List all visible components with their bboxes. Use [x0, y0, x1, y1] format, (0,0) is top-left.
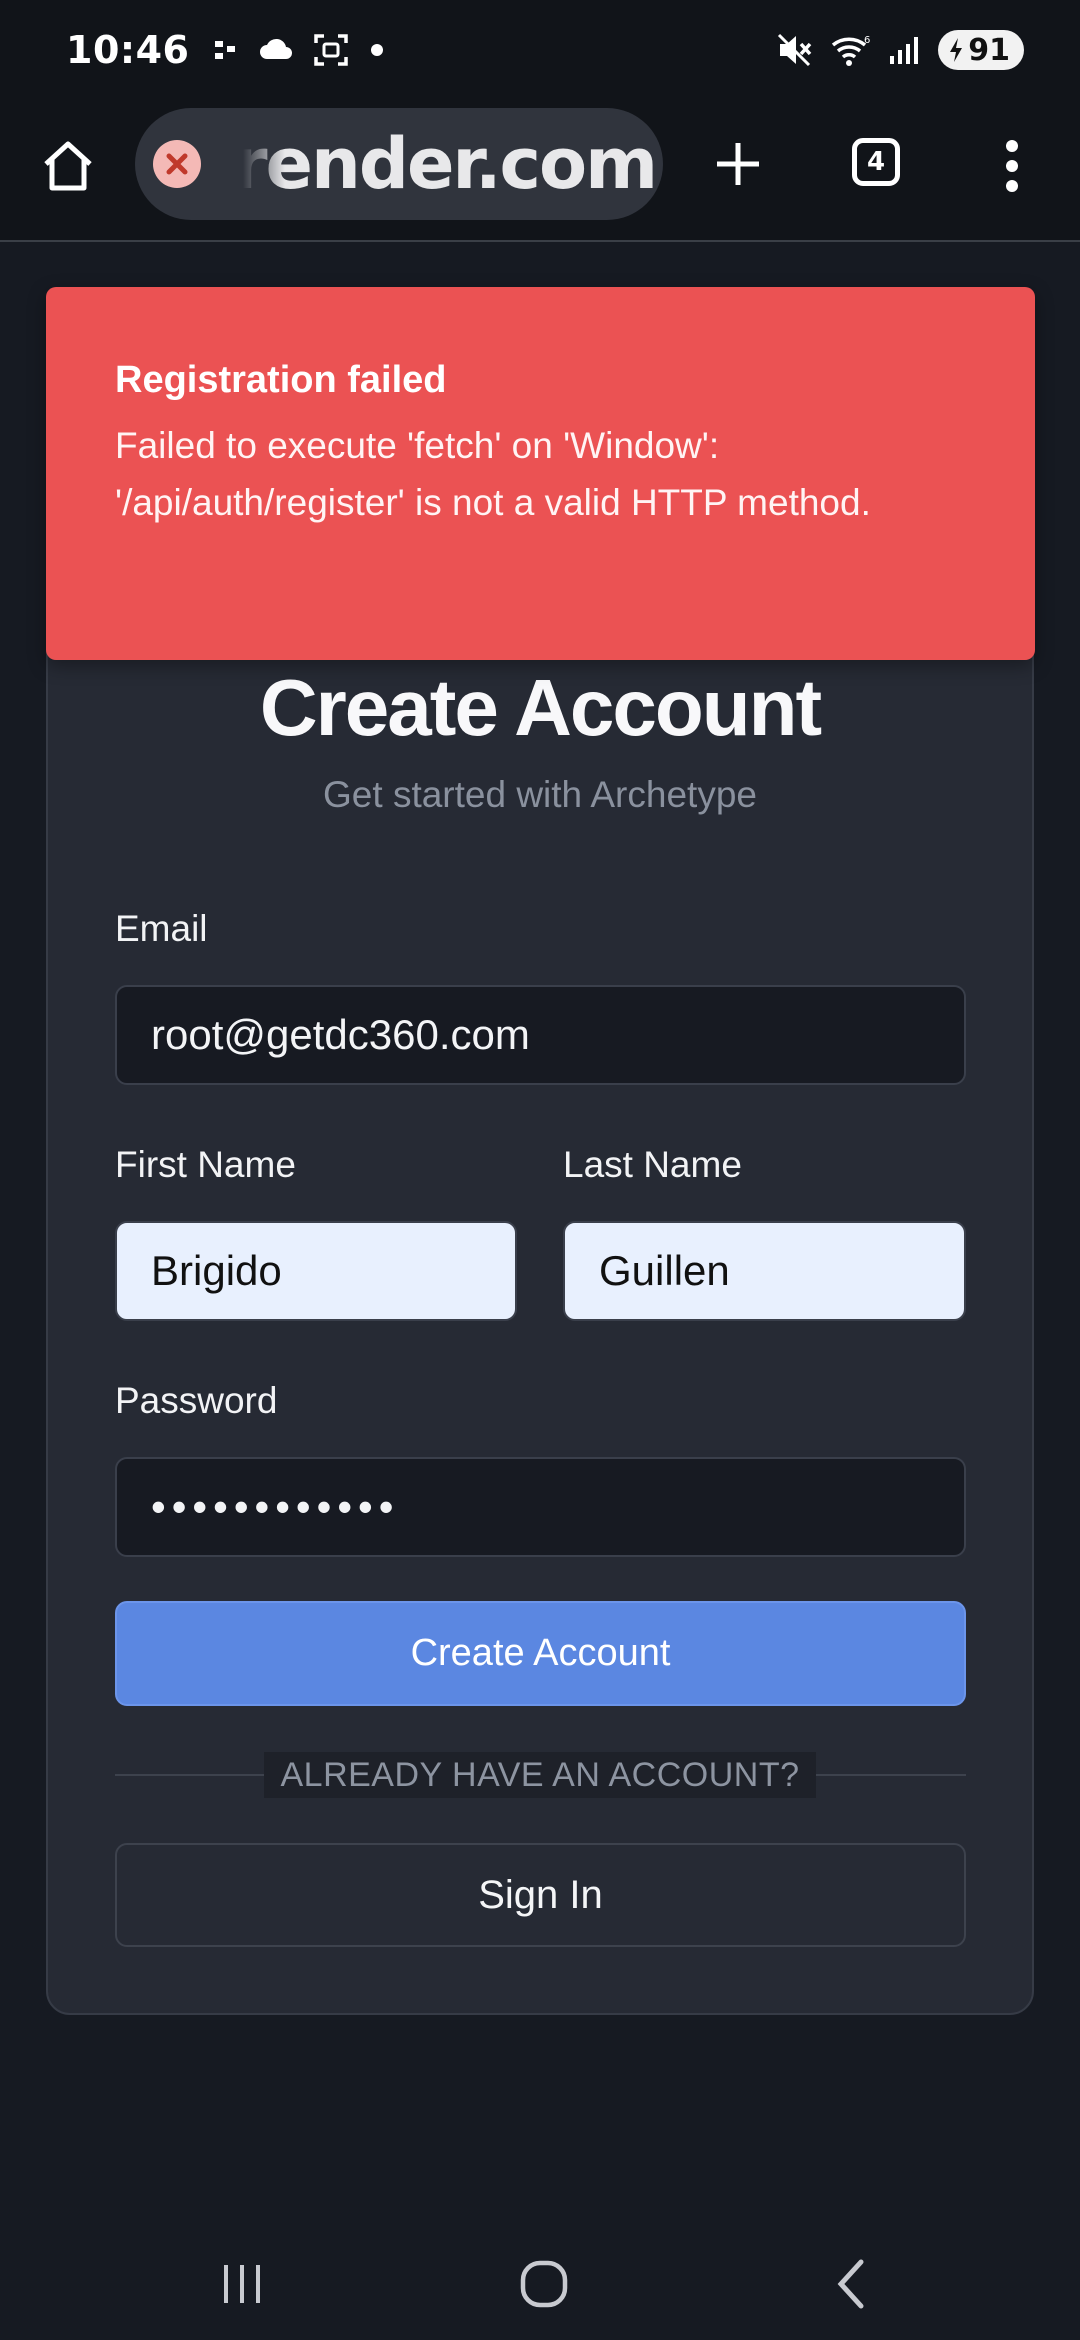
- back-button[interactable]: [826, 2252, 876, 2316]
- url-bar[interactable]: render.com: [135, 108, 663, 220]
- status-right-icons: 6 91: [776, 30, 1024, 70]
- cell-signal-icon: [890, 37, 919, 64]
- last-name-label: Last Name: [563, 1144, 742, 1185]
- wifi-icon: 6: [832, 35, 871, 66]
- toast-message: Failed to execute 'fetch' on 'Window': '…: [115, 425, 871, 523]
- email-label: Email: [115, 908, 208, 949]
- notification-dot-icon: [371, 44, 384, 56]
- recent-apps-icon: [224, 2265, 260, 2303]
- new-tab-icon: [717, 143, 759, 185]
- screenshot-icon: [314, 34, 349, 66]
- svg-text:6: 6: [864, 35, 870, 46]
- home-button[interactable]: [36, 134, 100, 198]
- system-nav-bar: [0, 2220, 1080, 2340]
- mute-icon: [778, 33, 812, 67]
- divider-text: ALREADY HAVE AN ACCOUNT?: [264, 1752, 816, 1798]
- home-nav-button[interactable]: [516, 2252, 572, 2316]
- tab-count: 4: [866, 147, 886, 177]
- password-label: Password: [115, 1380, 278, 1421]
- tab-switcher-button[interactable]: 4: [852, 138, 900, 186]
- last-name-field[interactable]: [563, 1221, 966, 1321]
- battery-charging-icon: [950, 38, 963, 62]
- status-left-icons: [213, 33, 385, 67]
- home-nav-icon: [520, 2260, 568, 2308]
- status-bar: 10:46 6 91: [0, 0, 1080, 100]
- password-field[interactable]: [115, 1457, 966, 1557]
- back-icon: [837, 2259, 864, 2309]
- recent-apps-button[interactable]: [212, 2252, 272, 2316]
- status-time: 10:46: [66, 28, 190, 72]
- battery-indicator: 91: [938, 30, 1024, 70]
- signal-dots-icon: [215, 41, 236, 59]
- more-menu-icon[interactable]: [988, 134, 1036, 198]
- toast-title: Registration failed: [115, 359, 447, 401]
- browser-toolbar: render.com 4: [0, 100, 1080, 242]
- site-error-icon[interactable]: [153, 140, 201, 188]
- url-fade: [215, 108, 285, 220]
- sign-in-button[interactable]: Sign In: [115, 1843, 966, 1947]
- first-name-field[interactable]: [115, 1221, 517, 1321]
- error-toast[interactable]: Registration failed Failed to execute 'f…: [46, 287, 1035, 660]
- email-field[interactable]: [115, 985, 966, 1085]
- page-title: Create Account: [259, 663, 822, 752]
- create-account-button[interactable]: Create Account: [115, 1601, 966, 1706]
- new-tab-button[interactable]: [706, 132, 770, 196]
- battery-level: 91: [968, 32, 1010, 68]
- first-name-label: First Name: [115, 1144, 296, 1185]
- url-text: render.com: [233, 123, 658, 205]
- home-icon: [44, 141, 92, 191]
- cloud-icon: [260, 38, 293, 59]
- page-subtitle: Get started with Archetype: [323, 774, 757, 815]
